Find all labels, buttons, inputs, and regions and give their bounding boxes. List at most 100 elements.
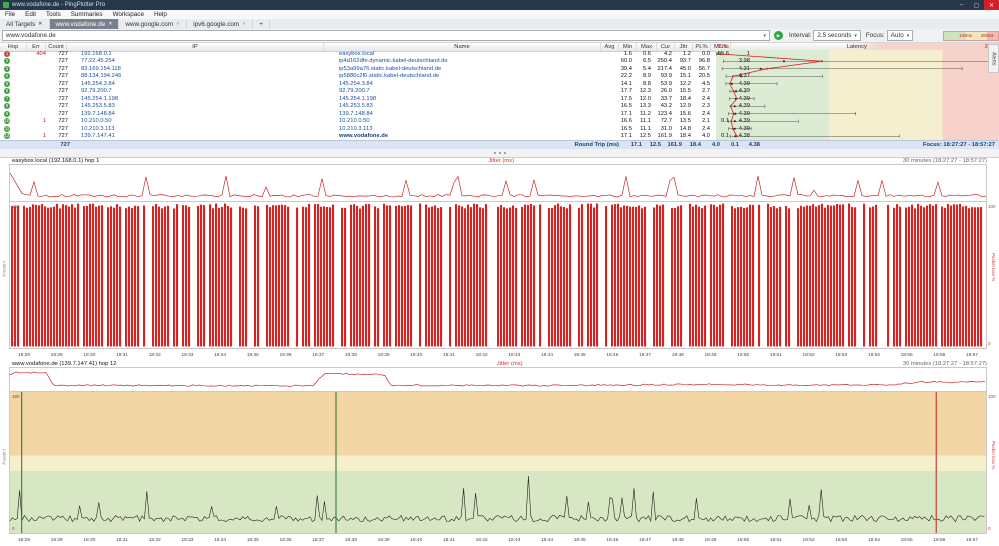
summary-hop xyxy=(0,141,30,149)
err-cell: 404 xyxy=(36,50,46,57)
tab-www-vodafone-de[interactable]: www.vodafone.de ✕ xyxy=(49,19,120,29)
hop1-timeline-graph[interactable] xyxy=(9,201,987,349)
svg-text:18:37: 18:37 xyxy=(312,352,324,358)
timeline-graph-header: www.vodafone.de (139.7.147.41) hop 12 Jit… xyxy=(0,359,999,368)
maximize-button[interactable]: ▢ xyxy=(969,0,984,10)
tab-www-google-com[interactable]: www.google.com ✓ xyxy=(119,19,188,29)
menu-workspace[interactable]: Workspace xyxy=(108,11,149,18)
cur-cell: 45.0 xyxy=(679,65,691,72)
svg-text:18:35: 18:35 xyxy=(247,537,259,543)
pingplotter-window: www.vodafone.de - PingPlotter Pro – ▢ ✕ … xyxy=(0,0,999,546)
avg-cell: 17.7 xyxy=(620,88,632,95)
count-cell: 727 xyxy=(58,80,68,87)
menu-file[interactable]: File xyxy=(0,11,20,18)
hop-status-icon: 3 xyxy=(4,65,10,72)
check-icon: ✓ xyxy=(242,21,247,27)
hop12-jitter-strip[interactable] xyxy=(9,367,987,393)
summary-count: 727 xyxy=(60,142,70,148)
cur-cell: 12.9 xyxy=(679,103,691,110)
check-icon: ✓ xyxy=(176,21,181,27)
tab--[interactable]: + xyxy=(253,19,270,29)
avg-cell: 16.6 xyxy=(620,118,632,125)
hop-cell: 11 xyxy=(0,125,28,133)
graph-metric-label[interactable]: Jitter (ms) xyxy=(497,361,523,367)
tab-ipv6-google-com[interactable]: ipv6.google.com ✓ xyxy=(187,19,254,29)
menu-edit[interactable]: Edit xyxy=(20,11,41,18)
min-cell: 12.5 xyxy=(639,133,651,140)
hop12-timeline-graph[interactable] xyxy=(9,391,987,534)
ip-cell: 139.7.147.41 xyxy=(81,133,115,140)
name-cell: 139.7.148.84 xyxy=(339,110,373,117)
cur-cell: 18.4 xyxy=(679,95,691,102)
svg-text:18:31: 18:31 xyxy=(116,352,128,358)
alerts-side-tab[interactable]: Alerts xyxy=(988,44,999,73)
max-cell: 93.9 xyxy=(660,73,672,80)
jttr-cell: 2.4 xyxy=(701,110,710,117)
cur-cell: 15.5 xyxy=(679,88,691,95)
jttr-cell: 4.5 xyxy=(701,80,710,87)
cur-cell: 15.6 xyxy=(679,110,691,117)
summary-pl: 0.1 xyxy=(730,142,739,148)
avg-cell: 17.5 xyxy=(620,95,632,102)
max-cell: 26.0 xyxy=(660,88,672,95)
svg-text:18:57: 18:57 xyxy=(966,352,978,358)
svg-text:18:49: 18:49 xyxy=(704,352,716,358)
window-controls: – ▢ ✕ xyxy=(954,0,999,10)
ip-cell: 10.210.3.113 xyxy=(81,125,115,132)
svg-text:18:48: 18:48 xyxy=(672,537,684,543)
close-button[interactable]: ✕ xyxy=(984,0,999,10)
svg-text:18:43: 18:43 xyxy=(508,537,520,543)
focus-select[interactable]: Auto ▾ xyxy=(886,30,914,41)
menu-help[interactable]: Help xyxy=(149,11,172,18)
left-axis-value: 150 xyxy=(12,204,20,209)
tab-label: www.google.com xyxy=(125,20,174,28)
tab-all-targets[interactable]: All Targets ✕ xyxy=(0,19,50,29)
avg-cell: 17.1 xyxy=(620,110,632,117)
chevron-down-icon: ▾ xyxy=(854,32,857,39)
latency-scale-legend[interactable]: 100ms 200ms xyxy=(943,30,999,41)
hop-status-icon: 9 xyxy=(4,110,10,117)
svg-text:18:43: 18:43 xyxy=(508,352,520,358)
min-cell: 12.3 xyxy=(639,88,651,95)
err-cell xyxy=(28,125,48,133)
svg-text:18:37: 18:37 xyxy=(312,537,324,543)
graph-target-label: easybox.local (192.168.0.1) hop 1 xyxy=(12,157,100,164)
max-cell: 217.4 xyxy=(657,65,672,72)
menu-tools[interactable]: Tools xyxy=(41,11,66,18)
min-cell: 8.9 xyxy=(642,73,651,80)
svg-text:18:39: 18:39 xyxy=(378,352,390,358)
avg-cell: 39.4 xyxy=(620,65,632,72)
svg-text:18:48: 18:48 xyxy=(672,352,684,358)
max-cell: 33.7 xyxy=(660,95,672,102)
minimize-button[interactable]: – xyxy=(954,0,969,10)
legend-threshold-label: 100ms xyxy=(959,32,972,38)
svg-text:18:39: 18:39 xyxy=(378,537,390,543)
avg-cell: 1.6 xyxy=(623,50,632,57)
graph-metric-label[interactable]: Jitter (ms) xyxy=(488,158,514,164)
jttr-cell: 56.7 xyxy=(698,65,710,72)
target-combobox[interactable]: www.vodafone.de ▾ xyxy=(2,30,770,41)
graph-timespan-label: 30 minutes (18:27:27 - 18:57:27) xyxy=(902,157,987,164)
hop-status-icon: 12 xyxy=(4,133,10,140)
svg-text:18:44: 18:44 xyxy=(541,537,553,543)
menu-summaries[interactable]: Summaries xyxy=(66,11,108,18)
svg-text:18:52: 18:52 xyxy=(803,352,815,358)
latency-mini-graph[interactable] xyxy=(716,50,999,140)
tab-label: ipv6.google.com xyxy=(193,20,240,28)
svg-text:18:55: 18:55 xyxy=(901,537,913,543)
timeline-graph-header: easybox.local (192.168.0.1) hop 1 Jitter … xyxy=(0,156,999,165)
avg-cell: 17.1 xyxy=(620,133,632,140)
name-cell: ip53a99a76.static.kabel-deutschland.de xyxy=(339,65,442,72)
max-cell: 31.0 xyxy=(660,125,672,132)
svg-text:18:34: 18:34 xyxy=(214,537,226,543)
start-trace-button[interactable]: ▶ xyxy=(774,31,783,40)
ip-cell: 83.169.154.118 xyxy=(81,65,121,72)
hop1-jitter-strip[interactable] xyxy=(9,164,987,203)
interval-select[interactable]: 2.5 seconds ▾ xyxy=(813,30,861,41)
svg-text:18:30: 18:30 xyxy=(83,352,95,358)
svg-text:18:50: 18:50 xyxy=(737,352,749,358)
jttr-cell: 20.5 xyxy=(698,73,710,80)
chevron-down-icon: ▾ xyxy=(763,32,766,39)
count-cell: 727 xyxy=(58,103,68,110)
chevron-down-icon: ▾ xyxy=(906,32,910,39)
